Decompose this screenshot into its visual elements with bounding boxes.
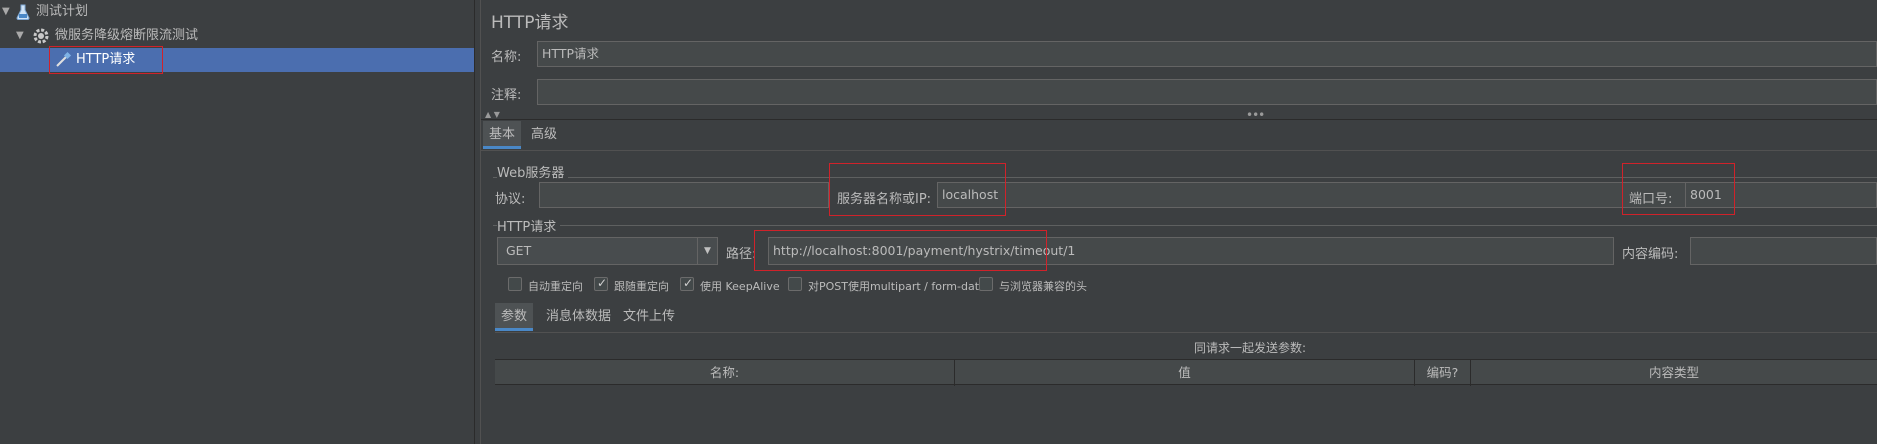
path-label: 路径: [726, 247, 757, 262]
highlight-box [829, 163, 1006, 216]
checkmark-icon: ✓ [597, 276, 608, 290]
http-request-group [493, 225, 1877, 226]
auto-redirect-checkbox[interactable] [508, 277, 522, 291]
chevron-down-icon[interactable]: ▼ [2, 0, 12, 24]
keepalive-checkbox[interactable]: ✓ [680, 276, 694, 291]
params-table-header: 名称: 值 编码? 内容类型 [495, 359, 1877, 386]
sampler-editor: HTTP请求 名称: HTTP请求 注释: ▲ ▼ ••• 基本 高级 Web服… [481, 0, 1877, 444]
tree-item-label: 微服务降级熔断限流测试 [55, 28, 199, 43]
tree-item-thread-group[interactable]: ▼ 微服务降级熔断限流测试 [0, 24, 474, 48]
test-plan-tree: ▼ 测试计划 ▼ 微服务降级熔断限流测试 HTTP请求 [0, 0, 474, 444]
column-header-encode[interactable]: 编码? [1415, 360, 1471, 386]
tab-file-upload[interactable]: 文件上传 [617, 303, 681, 331]
protocol-field[interactable] [539, 182, 829, 208]
collapse-arrows-icon[interactable]: ▲ ▼ [485, 110, 500, 119]
tab-advanced[interactable]: 高级 [525, 121, 563, 149]
comment-field[interactable] [537, 79, 1877, 105]
params-table-body[interactable] [495, 386, 1877, 444]
encoding-field[interactable] [1690, 237, 1877, 265]
gear-icon [32, 27, 50, 45]
server-field[interactable]: localhost [937, 182, 1707, 208]
browser-headers-label: 与浏览器兼容的头 [999, 280, 1087, 293]
column-header-value[interactable]: 值 [955, 360, 1415, 386]
follow-redirect-label: 跟随重定向 [614, 280, 669, 293]
tab-basic[interactable]: 基本 [483, 121, 522, 149]
tree-item-label: 测试计划 [36, 4, 89, 19]
comment-label: 注释: [491, 88, 522, 103]
column-header-name[interactable]: 名称: [495, 360, 955, 386]
highlight-box [1622, 163, 1735, 215]
browser-headers-checkbox[interactable] [979, 277, 993, 291]
name-field[interactable]: HTTP请求 [537, 41, 1877, 67]
keepalive-label: 使用 KeepAlive [700, 280, 780, 293]
http-request-group-label: HTTP请求 [497, 216, 561, 235]
follow-redirect-checkbox[interactable]: ✓ [594, 276, 608, 291]
page-title: HTTP请求 [491, 13, 569, 33]
auto-redirect-label: 自动重定向 [528, 280, 583, 293]
tree-item-test-plan[interactable]: ▼ 测试计划 [0, 0, 474, 24]
highlight-box [754, 230, 1047, 271]
multipart-checkbox[interactable] [788, 277, 802, 291]
multipart-label: 对POST使用multipart / form-data [808, 280, 986, 293]
chevron-down-icon[interactable]: ▼ [697, 238, 717, 264]
name-label: 名称: [491, 50, 522, 65]
params-caption: 同请求一起发送参数: [1194, 341, 1307, 355]
panel-splitter[interactable] [474, 0, 481, 444]
protocol-label: 协议: [495, 192, 526, 207]
encoding-label: 内容编码: [1622, 247, 1679, 262]
tab-body-data[interactable]: 消息体数据 [540, 303, 617, 331]
chevron-down-icon[interactable]: ▼ [16, 24, 26, 48]
tab-parameters[interactable]: 参数 [495, 303, 534, 331]
web-server-group-label: Web服务器 [497, 162, 569, 181]
flask-icon [14, 3, 32, 21]
column-header-content-type[interactable]: 内容类型 [1471, 360, 1877, 386]
highlight-box [49, 46, 163, 74]
method-select[interactable]: GET ▼ [497, 237, 718, 265]
method-value: GET [506, 243, 532, 258]
checkmark-icon: ✓ [683, 276, 694, 290]
